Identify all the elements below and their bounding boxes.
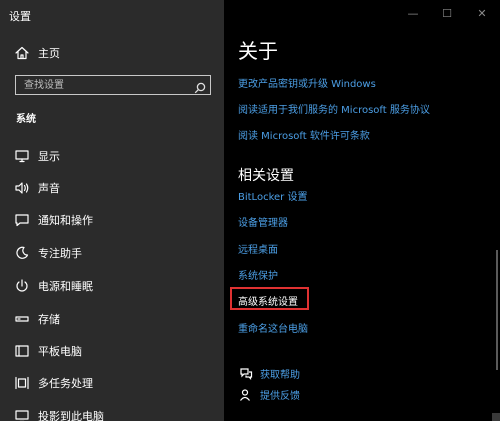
sidebar-item-label: 专注助手 — [38, 247, 82, 260]
sound-icon — [14, 180, 30, 196]
link-services-agreement[interactable]: 阅读适用于我们服务的 Microsoft 服务协议 — [238, 101, 430, 116]
storage-icon — [14, 311, 30, 327]
sidebar-item-label: 通知和操作 — [38, 214, 93, 227]
sidebar-item-label: 显示 — [38, 150, 60, 163]
link-remote-desktop[interactable]: 远程桌面 — [238, 241, 278, 256]
sidebar-item-label: 声音 — [38, 182, 60, 195]
sidebar-item-home[interactable]: 主页 — [0, 40, 224, 66]
get-help-icon — [239, 365, 253, 380]
tablet-icon — [14, 343, 30, 359]
maximize-button[interactable]: ☐ — [437, 5, 457, 21]
sidebar-item-sound[interactable]: 声音 — [0, 175, 224, 201]
sidebar-item-notifications[interactable]: 通知和操作 — [0, 207, 224, 233]
sidebar: 设置 主页 系统 显示 声音 — [0, 0, 224, 421]
sidebar-item-label: 平板电脑 — [38, 345, 82, 358]
search-icon[interactable] — [194, 79, 206, 94]
link-feedback[interactable]: 提供反馈 — [260, 387, 300, 402]
minimize-button[interactable]: — — [403, 5, 423, 21]
sidebar-item-label: 电源和睡眠 — [38, 280, 93, 293]
sidebar-item-storage[interactable]: 存储 — [0, 306, 224, 332]
sidebar-item-focus-assist[interactable]: 专注助手 — [0, 240, 224, 266]
feedback-icon — [239, 387, 253, 401]
search-input[interactable] — [16, 76, 186, 94]
link-upgrade-windows[interactable]: 更改产品密钥或升级 Windows — [238, 75, 376, 90]
focus-assist-icon — [14, 245, 30, 261]
sidebar-item-label: 多任务处理 — [38, 377, 93, 390]
page-title: 关于 — [238, 39, 278, 63]
sidebar-item-label: 存储 — [38, 313, 60, 326]
scrollbar[interactable] — [496, 250, 498, 370]
projecting-icon — [14, 408, 30, 421]
related-settings-heading: 相关设置 — [238, 168, 294, 184]
sidebar-item-display[interactable]: 显示 — [0, 143, 224, 169]
close-button[interactable]: ✕ — [472, 5, 492, 21]
display-icon — [14, 148, 30, 164]
home-icon — [14, 45, 30, 61]
notification-icon — [14, 212, 30, 228]
link-bitlocker[interactable]: BitLocker 设置 — [238, 188, 307, 203]
link-system-protection[interactable]: 系统保护 — [238, 267, 278, 282]
sidebar-item-tablet[interactable]: 平板电脑 — [0, 338, 224, 364]
window-title: 设置 — [9, 10, 31, 23]
settings-window: 设置 主页 系统 显示 声音 — [0, 0, 500, 421]
power-icon — [14, 278, 30, 294]
multitasking-icon — [14, 375, 30, 391]
sidebar-item-projecting[interactable]: 投影到此电脑 — [0, 403, 224, 421]
link-license-terms[interactable]: 阅读 Microsoft 软件许可条款 — [238, 127, 370, 142]
sidebar-item-multitasking[interactable]: 多任务处理 — [0, 370, 224, 396]
search-box[interactable] — [15, 75, 211, 95]
highlight-box — [230, 287, 309, 310]
link-rename-pc[interactable]: 重命名这台电脑 — [238, 320, 308, 335]
sidebar-item-label: 主页 — [38, 47, 60, 60]
sidebar-item-power[interactable]: 电源和睡眠 — [0, 273, 224, 299]
link-get-help[interactable]: 获取帮助 — [260, 366, 300, 381]
link-device-manager[interactable]: 设备管理器 — [238, 214, 288, 229]
resize-grip[interactable] — [492, 413, 500, 421]
sidebar-item-label: 投影到此电脑 — [38, 410, 104, 421]
section-title: 系统 — [16, 114, 36, 125]
